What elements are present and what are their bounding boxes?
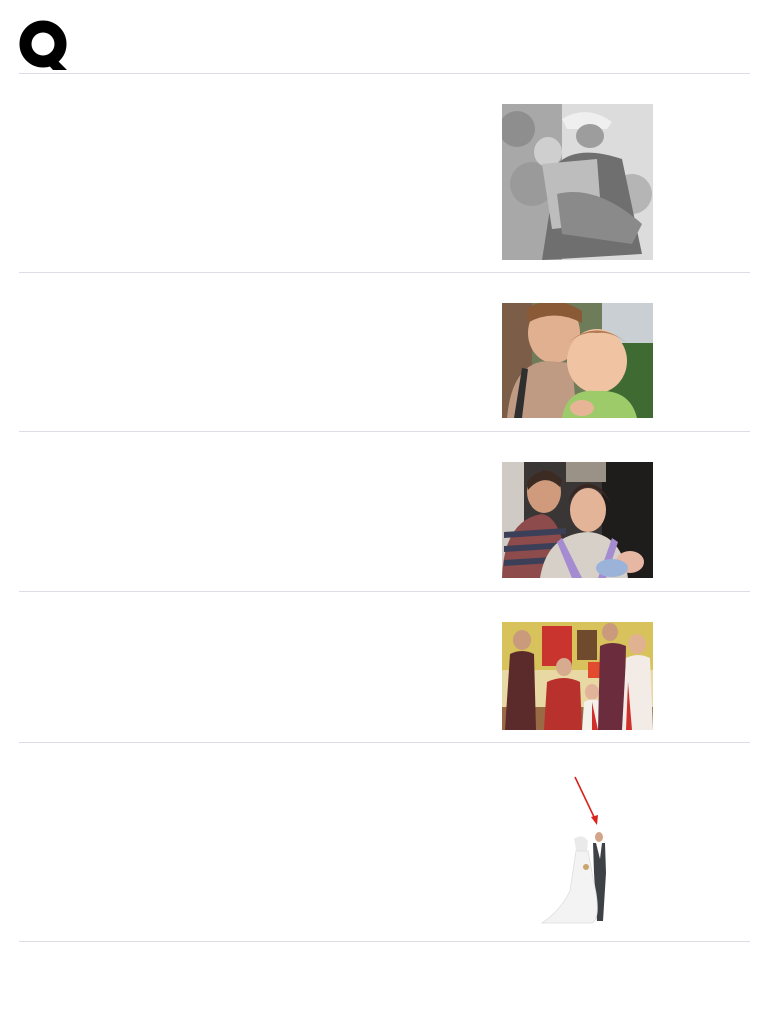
photo-grandfather-child-bw[interactable] — [502, 104, 653, 260]
feed-item[interactable] — [19, 743, 750, 941]
photo-parents-newborn[interactable] — [502, 462, 653, 578]
photo-bride-groom-arrow[interactable] — [502, 773, 653, 929]
feed-divider — [19, 941, 750, 942]
feed-item[interactable] — [19, 273, 750, 431]
photo-mother-baby[interactable] — [502, 303, 653, 418]
q-logo-icon[interactable] — [19, 20, 69, 72]
feed-item[interactable] — [19, 592, 750, 742]
app-header — [0, 0, 768, 74]
photo-family-gathering[interactable] — [502, 622, 653, 730]
feed-item[interactable] — [19, 432, 750, 591]
feed-item[interactable] — [19, 74, 750, 272]
